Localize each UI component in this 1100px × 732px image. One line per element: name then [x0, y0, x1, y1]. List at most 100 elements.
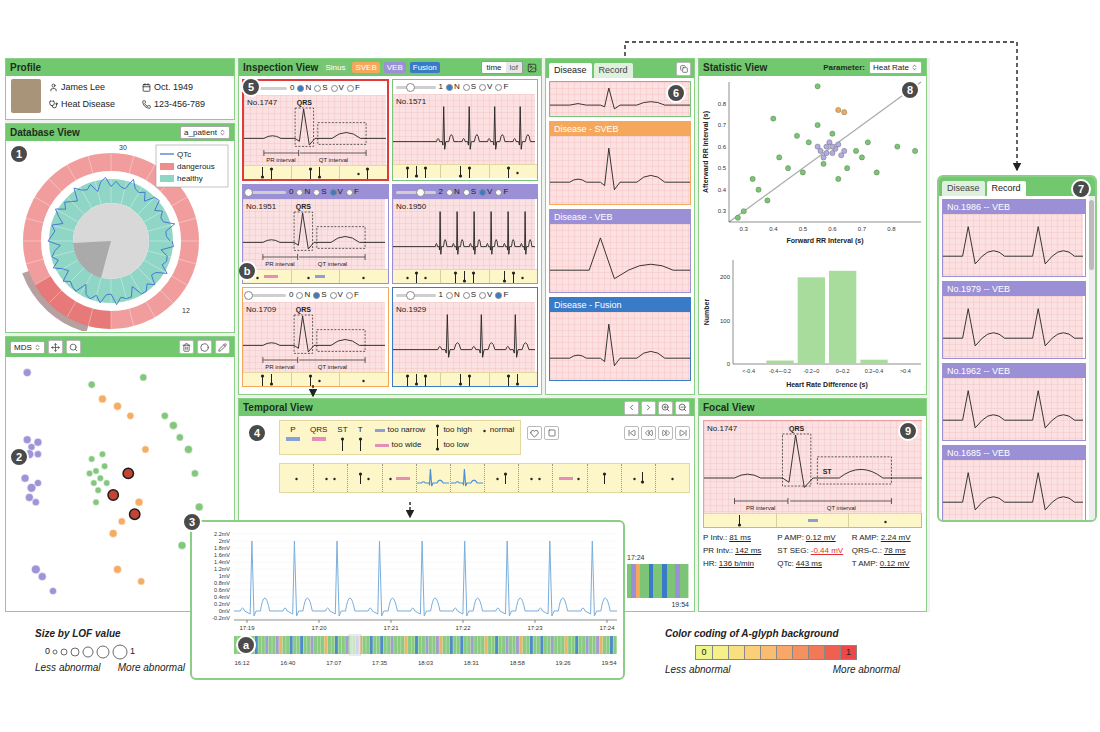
forward-button[interactable]: [658, 426, 673, 440]
class-radio[interactable]: F: [347, 82, 360, 94]
mode-toggle[interactable]: lof: [506, 62, 522, 73]
class-radio[interactable]: N: [296, 186, 310, 198]
lof-slider[interactable]: [396, 86, 436, 89]
strip-cell[interactable]: [347, 464, 381, 492]
tab[interactable]: Record: [594, 63, 633, 79]
class-radio[interactable]: S: [313, 186, 326, 198]
slider-knob[interactable]: [244, 291, 253, 300]
class-radio[interactable]: N: [297, 82, 311, 94]
class-radio[interactable]: V: [330, 186, 343, 198]
pan-button[interactable]: [48, 340, 63, 354]
class-radio[interactable]: S: [314, 82, 327, 94]
slider-knob[interactable]: [244, 188, 253, 197]
class-radio[interactable]: F: [495, 186, 508, 198]
zoom-in-button[interactable]: [658, 401, 673, 415]
zoom-out-button[interactable]: [675, 401, 690, 415]
lof-slider[interactable]: [396, 294, 436, 297]
disease-item[interactable]: Disease - Fusion: [549, 297, 691, 381]
class-radio[interactable]: V: [479, 186, 492, 198]
record-item[interactable]: No.1685 -- VEB: [942, 445, 1086, 520]
mode-toggle[interactable]: time: [482, 62, 505, 73]
class-radio[interactable]: F: [346, 289, 359, 301]
strip-cell[interactable]: [518, 464, 552, 492]
class-radio[interactable]: N: [296, 289, 310, 301]
stop-button[interactable]: [544, 426, 559, 440]
slider-knob[interactable]: [406, 291, 415, 300]
beat-card[interactable]: 2NSVFNo.1950: [392, 184, 539, 284]
class-radio[interactable]: F: [495, 289, 508, 301]
image-icon[interactable]: [527, 63, 537, 73]
lasso-button[interactable]: [197, 340, 212, 354]
strip-cell[interactable]: [450, 464, 484, 492]
beat-card[interactable]: 1NSVFNo.1929: [392, 287, 539, 387]
class-radio[interactable]: S: [313, 289, 326, 301]
temporal-strip[interactable]: [279, 463, 690, 493]
slider-knob[interactable]: [406, 83, 415, 92]
lof-slider[interactable]: [246, 294, 286, 297]
delete-button[interactable]: [179, 340, 194, 354]
first-button[interactable]: [624, 426, 639, 440]
tab[interactable]: Disease: [549, 63, 592, 79]
hr-histogram[interactable]: 0100200<-0.4-0.4~-0.2-0.2~00~0.20.2~0.4>…: [699, 252, 925, 394]
class-radio[interactable]: V: [479, 289, 492, 301]
projection-select[interactable]: MDS: [10, 341, 45, 354]
last-button[interactable]: [675, 426, 690, 440]
class-radio[interactable]: F: [346, 186, 359, 198]
class-radio[interactable]: S: [463, 81, 476, 93]
strip-cell[interactable]: [552, 464, 586, 492]
class-radio[interactable]: F: [495, 81, 508, 93]
prev-button[interactable]: [624, 401, 639, 415]
zoom-panel[interactable]: 2.2mV2mV1.8mV1.6mV1.4mV1.2mV1mV0.8mV0.6m…: [190, 520, 625, 680]
beat-card[interactable]: 1NSVFNo.1571: [392, 79, 539, 181]
class-radio[interactable]: S: [463, 289, 476, 301]
strip-cell[interactable]: [655, 464, 689, 492]
beat-card[interactable]: 0NSVFQRSPR intervalQT intervalNo.1709: [242, 287, 389, 387]
disease-item[interactable]: Disease - SVEB: [549, 121, 691, 205]
record-item[interactable]: No.1962 -- VEB: [942, 363, 1086, 441]
strip-cell[interactable]: [280, 464, 313, 492]
ecg-wave: No.1571: [393, 94, 535, 164]
class-tag[interactable]: SVEB: [352, 62, 379, 73]
class-tag[interactable]: Sinus: [322, 62, 348, 73]
draw-button[interactable]: [215, 340, 230, 354]
lof-slider[interactable]: [396, 191, 436, 194]
class-tag[interactable]: VEB: [384, 62, 406, 73]
high-mark: [602, 472, 607, 484]
lof-slider[interactable]: [246, 191, 286, 194]
tab[interactable]: Disease: [942, 181, 985, 197]
strip-cell[interactable]: [416, 464, 450, 492]
class-radio[interactable]: S: [463, 186, 476, 198]
class-radio[interactable]: N: [446, 186, 460, 198]
record-item[interactable]: No.1986 -- VEB: [942, 199, 1086, 277]
strip-cell[interactable]: [621, 464, 655, 492]
beat-card[interactable]: 0NSVFQRSPR intervalQT intervalNo.1747: [242, 79, 389, 181]
heart-button[interactable]: [527, 426, 542, 440]
radial-chart[interactable]: 3012QTcdangeroushealthy: [6, 141, 232, 331]
class-radio[interactable]: N: [446, 289, 460, 301]
record-item[interactable]: No.1979 -- VEB: [942, 281, 1086, 359]
back-button[interactable]: [641, 426, 656, 440]
disease-item[interactable]: Disease - VEB: [549, 209, 691, 293]
parameter-select[interactable]: Heat Rate: [869, 61, 922, 74]
class-radio[interactable]: N: [446, 81, 460, 93]
strip-cell[interactable]: [484, 464, 518, 492]
popout-button[interactable]: [676, 62, 691, 76]
tab[interactable]: Record: [987, 181, 1026, 197]
class-radio[interactable]: V: [330, 289, 343, 301]
next-button[interactable]: [641, 401, 656, 415]
class-tag[interactable]: Fusion: [410, 62, 440, 73]
rr-scatter[interactable]: 0.30.40.50.60.70.80.30.40.50.60.70.8Forw…: [699, 76, 925, 252]
scrollbar[interactable]: [1089, 196, 1095, 520]
strip-cell[interactable]: [313, 464, 347, 492]
search-button[interactable]: [66, 340, 81, 354]
patient-select[interactable]: a_patient: [180, 126, 230, 139]
zoom-chart[interactable]: 2.2mV2mV1.8mV1.6mV1.4mV1.2mV1mV0.8mV0.6m…: [192, 522, 623, 678]
svg-text:QTc: QTc: [177, 150, 191, 159]
glyph-segment: [489, 165, 538, 178]
beat-card[interactable]: 0NSVFQRSPR intervalQT intervalNo.1951b: [242, 184, 389, 284]
slider-knob[interactable]: [416, 188, 425, 197]
class-radio[interactable]: V: [479, 81, 492, 93]
class-radio[interactable]: V: [331, 82, 344, 94]
strip-cell[interactable]: [587, 464, 621, 492]
strip-cell[interactable]: [382, 464, 416, 492]
